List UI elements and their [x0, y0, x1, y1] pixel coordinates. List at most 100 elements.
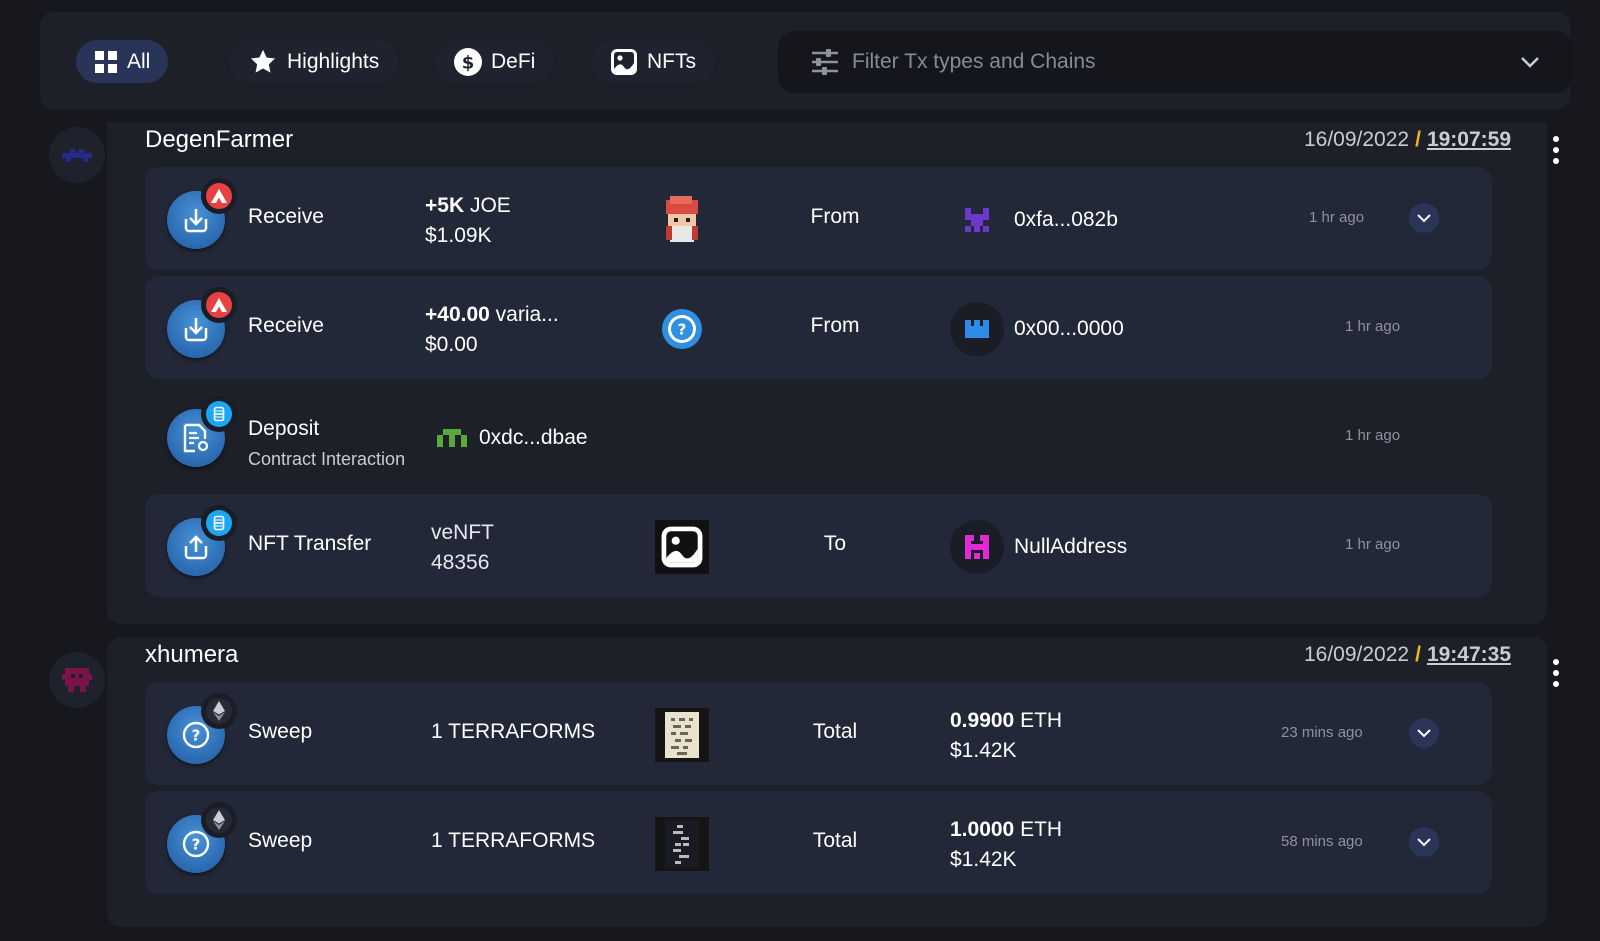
tx-row[interactable]: Receive +5K JOE $1.09K From 0xfa...082b …: [145, 167, 1492, 270]
counterparty-address: 0x00...0000: [1014, 317, 1124, 340]
group-name: xhumera: [145, 641, 239, 668]
tx-direction: Total: [812, 829, 858, 852]
tx-group: xhumera 16/09/2022 / 19:47:35 ? Sweep 1 …: [107, 637, 1547, 927]
tx-filter-select[interactable]: Filter Tx types and Chains: [778, 31, 1572, 93]
tx-type: Sweep: [248, 720, 313, 743]
tx-direction: From: [810, 314, 860, 337]
svg-text:?: ?: [678, 321, 687, 339]
group-time-link[interactable]: 19:07:59: [1427, 128, 1511, 152]
tx-type: NFT Transfer: [248, 532, 372, 555]
expand-button[interactable]: [1409, 203, 1439, 233]
nft-image-icon: [655, 520, 709, 574]
tx-type: Receive: [248, 205, 324, 228]
avalanche-icon: [201, 287, 237, 323]
sweep-item: 1 TERRAFORMS: [431, 720, 596, 743]
counterparty[interactable]: NullAddress: [950, 520, 1127, 574]
tab-highlights-label: Highlights: [287, 49, 380, 73]
group-menu-button[interactable]: [1552, 659, 1560, 687]
terraforms-nft-thumbnail: [655, 708, 709, 762]
counterparty[interactable]: 0x00...0000: [950, 302, 1124, 356]
nft-info: veNFT 48356: [431, 518, 494, 578]
tx-type: Deposit: [248, 417, 320, 440]
time-ago: 1 hr ago: [1345, 536, 1401, 553]
nft-id: 48356: [431, 551, 490, 574]
group-menu-button[interactable]: [1552, 136, 1560, 164]
tx-amount: +5K JOE $1.09K: [425, 191, 511, 251]
svg-text:?: ?: [192, 727, 201, 745]
total-unit: ETH: [1014, 818, 1063, 841]
tab-nfts-label: NFTs: [647, 49, 696, 73]
time-ago: 1 hr ago: [1345, 318, 1401, 335]
expand-button[interactable]: [1409, 718, 1439, 748]
pixel-avatar-icon: [950, 302, 1004, 356]
amount-value: +40.00: [425, 303, 490, 326]
time-ago: 23 mins ago: [1281, 724, 1363, 741]
amount-symbol: JOE: [464, 194, 511, 217]
total-amount: 0.9900 ETH $1.42K: [950, 706, 1063, 762]
svg-text:$: $: [462, 52, 475, 73]
group-date: 16/09/2022: [1303, 643, 1410, 666]
group-date: 16/09/2022: [1303, 128, 1410, 151]
tx-row[interactable]: Deposit Contract Interaction 0xdc...dbae…: [145, 385, 1492, 488]
avalanche-icon: [201, 178, 237, 214]
ethereum-icon: [201, 693, 237, 729]
fantom-icon: [201, 505, 237, 541]
chevron-down-icon: [1521, 57, 1539, 68]
date-separator: /: [1415, 128, 1421, 151]
pixel-avatar-icon: [62, 149, 92, 162]
group-time-link[interactable]: 19:47:35: [1427, 643, 1511, 667]
chevron-down-icon: [1417, 728, 1431, 737]
tx-direction: Total: [812, 720, 858, 743]
tab-all-label: All: [127, 49, 151, 73]
joe-token-icon: [655, 193, 709, 247]
tab-nfts[interactable]: NFTs: [592, 40, 714, 83]
star-icon: [250, 49, 276, 73]
sliders-icon: [812, 49, 838, 75]
total-usd: $1.42K: [950, 848, 1017, 871]
contract-address-text: 0xdc...dbae: [479, 426, 588, 449]
image-icon: [611, 48, 637, 75]
counterparty-address: 0xfa...082b: [1014, 208, 1118, 231]
chevron-down-icon: [1417, 213, 1431, 222]
tx-type: Receive: [248, 314, 324, 337]
tx-row[interactable]: ? Sweep 1 TERRAFORMS Total 0.9900 ETH $1…: [145, 682, 1492, 785]
expand-button[interactable]: [1409, 827, 1439, 857]
user-avatar[interactable]: [49, 127, 105, 183]
counterparty[interactable]: 0xfa...082b: [950, 193, 1118, 247]
tab-defi-label: DeFi: [491, 49, 536, 73]
group-datetime: 16/09/2022 / 19:47:35: [1304, 643, 1511, 667]
terraforms-nft-thumbnail: [655, 817, 709, 871]
amount-usd: $0.00: [425, 333, 478, 356]
nft-name: veNFT: [431, 521, 494, 544]
tab-highlights[interactable]: Highlights: [230, 40, 398, 83]
contract-address[interactable]: 0xdc...dbae: [435, 411, 588, 465]
total-unit: ETH: [1014, 709, 1063, 732]
tx-direction: To: [823, 532, 847, 555]
dollar-icon: $: [454, 47, 482, 76]
amount-symbol: varia...: [489, 303, 559, 326]
total-value: 0.9900: [950, 709, 1015, 732]
pixel-avatar-icon: [435, 411, 469, 465]
user-avatar[interactable]: [49, 652, 105, 708]
tx-group: DegenFarmer 16/09/2022 / 19:07:59 Receiv…: [107, 122, 1547, 624]
tx-filter-placeholder: Filter Tx types and Chains: [852, 50, 1096, 73]
counterparty-name: NullAddress: [1014, 535, 1128, 558]
fantom-icon: [201, 396, 237, 432]
tab-all[interactable]: All: [76, 40, 169, 83]
pixel-avatar-icon: [950, 520, 1004, 574]
tab-defi[interactable]: $ DeFi: [436, 40, 554, 83]
tx-row[interactable]: Receive +40.00 varia... $0.00 ? From 0x0…: [145, 276, 1492, 379]
time-ago: 58 mins ago: [1281, 833, 1363, 850]
unknown-token-icon: ?: [655, 302, 709, 356]
tx-type: Sweep: [248, 829, 313, 852]
total-amount: 1.0000 ETH $1.42K: [950, 815, 1063, 871]
tx-row[interactable]: NFT Transfer veNFT 48356 To NullAddress …: [145, 494, 1492, 597]
pixel-avatar-icon: [950, 193, 1004, 247]
tx-row[interactable]: ? Sweep 1 TERRAFORMS Total 1.0000 ETH $1…: [145, 791, 1492, 894]
pixel-avatar-icon: [62, 668, 92, 692]
chevron-down-icon: [1417, 837, 1431, 846]
date-separator: /: [1415, 643, 1421, 666]
amount-value: +5K: [425, 194, 465, 217]
time-ago: 1 hr ago: [1309, 209, 1365, 226]
group-datetime: 16/09/2022 / 19:07:59: [1304, 128, 1511, 152]
